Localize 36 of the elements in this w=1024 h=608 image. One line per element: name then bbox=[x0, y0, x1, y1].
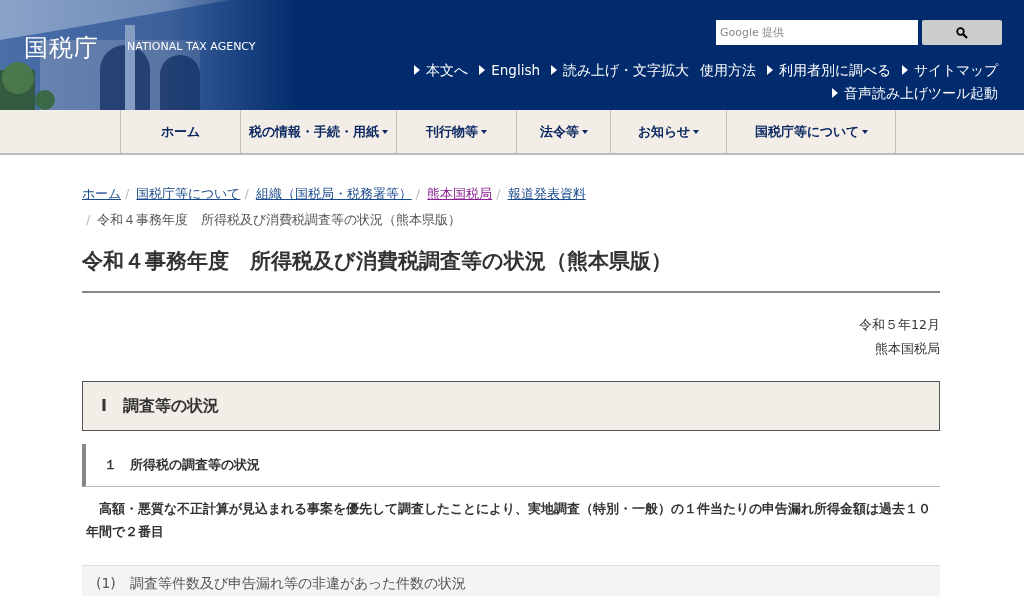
date-text: 令和５年12月 bbox=[859, 317, 940, 333]
breadcrumb-link[interactable]: 国税庁等について bbox=[136, 184, 241, 204]
site-subtitle: NATIONAL TAX AGENCY bbox=[127, 39, 256, 55]
subsection-heading: (1) 調査等件数及び申告漏れ等の非違があった件数の状況 bbox=[82, 565, 940, 597]
breadcrumb-separator: / bbox=[125, 185, 130, 203]
breadcrumb-separator: / bbox=[244, 185, 249, 203]
nav-item[interactable]: 法令等 bbox=[516, 110, 610, 153]
breadcrumb-link[interactable]: 熊本国税局 bbox=[427, 184, 493, 204]
breadcrumb-separator: / bbox=[496, 185, 501, 203]
header-link[interactable]: 本文へ bbox=[414, 60, 469, 81]
nav-item[interactable]: 刊行物等 bbox=[396, 110, 516, 153]
breadcrumb-link[interactable]: 報道発表資料 bbox=[507, 184, 586, 204]
breadcrumb-link[interactable]: 組織（国税局・税務署等） bbox=[255, 184, 412, 204]
header-link[interactable]: English bbox=[479, 60, 540, 81]
site-logo[interactable]: 国税庁 bbox=[24, 30, 99, 66]
header-link[interactable]: 読み上げ・文字拡大 bbox=[551, 60, 689, 81]
header-link[interactable]: 音声読み上げツール起動 bbox=[832, 83, 998, 104]
breadcrumb-link[interactable]: ホーム bbox=[82, 184, 121, 204]
search-icon bbox=[956, 26, 968, 39]
issuer-text: 熊本国税局 bbox=[875, 341, 940, 357]
search-field[interactable]: Google 提供 bbox=[716, 20, 918, 45]
nav-item[interactable]: 税の情報・手続・用紙 bbox=[240, 110, 396, 153]
nav-item[interactable]: お知らせ bbox=[610, 110, 726, 153]
breadcrumb-current: 令和４事務年度 所得税及び消費税調査等の状況（熊本県版） bbox=[97, 210, 462, 229]
page-title: 令和４事務年度 所得税及び消費税調査等の状況（熊本県版） bbox=[82, 249, 940, 294]
header-link[interactable]: 使用方法 bbox=[700, 60, 756, 81]
breadcrumb-separator: / bbox=[86, 210, 91, 229]
header-link[interactable]: サイトマップ bbox=[902, 60, 998, 81]
header-link[interactable]: 利用者別に調べる bbox=[767, 60, 891, 81]
summary-text: 高額・悪質な不正計算が見込まれる事案を優先して調査したことにより、実地調査（特別・一般）の１件当たりの申告漏れ所得金額は過去１０年間で２番目 bbox=[86, 500, 932, 542]
section-heading: Ⅰ 調査等の状況 bbox=[82, 381, 940, 432]
nav-item[interactable]: ホーム bbox=[120, 110, 240, 153]
breadcrumb-separator: / bbox=[415, 185, 421, 203]
subsection-heading: １ 所得税の調査等の状況 bbox=[82, 444, 940, 488]
search-button[interactable] bbox=[922, 20, 1002, 45]
nav-item[interactable]: 国税庁等について bbox=[726, 110, 896, 153]
